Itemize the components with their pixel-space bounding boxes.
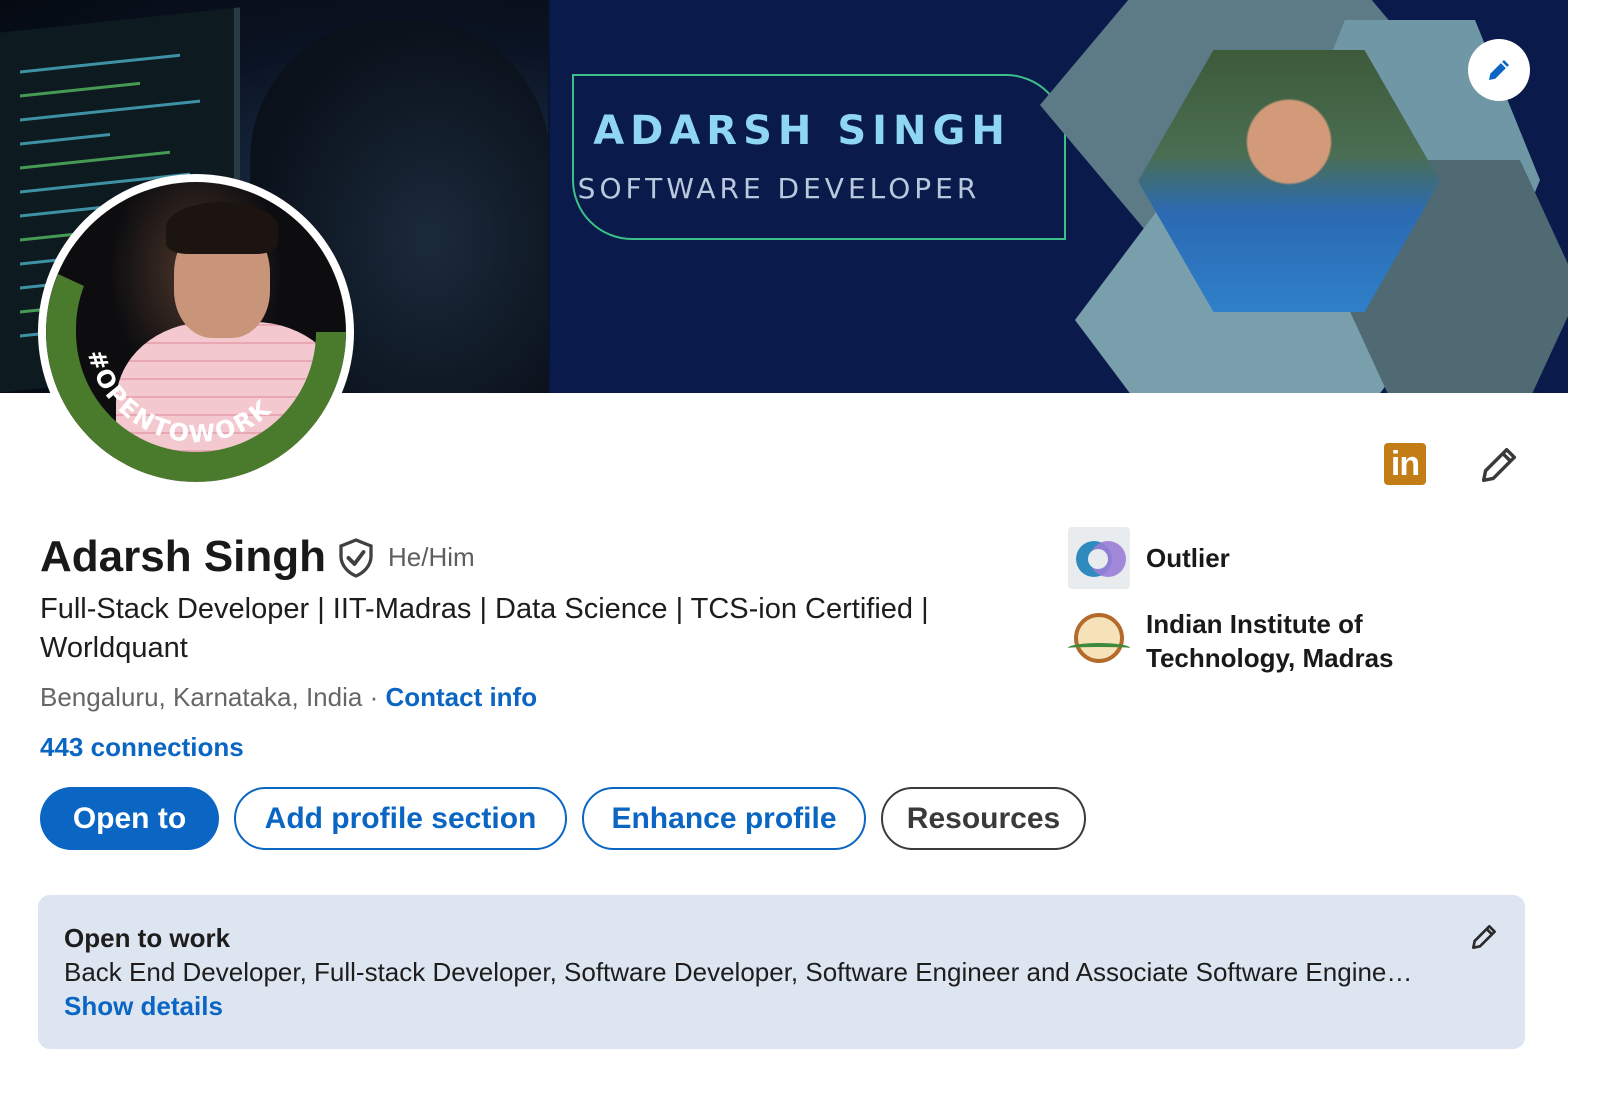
outlier-logo [1068, 527, 1130, 589]
location-row: Bengaluru, Karnataka, India · Contact in… [40, 682, 537, 713]
linkedin-badge-icon[interactable]: in [1384, 443, 1426, 485]
iit-madras-logo [1068, 607, 1130, 669]
profile-card: ADARSH SINGH SOFTWARE DEVELOPER #OPENTOW… [0, 0, 1568, 1092]
separator: · [362, 682, 386, 712]
open-to-button[interactable]: Open to [40, 787, 219, 850]
open-to-work-title: Open to work [64, 923, 231, 953]
show-details-link[interactable]: Show details [64, 991, 223, 1022]
contact-info-link[interactable]: Contact info [385, 682, 537, 712]
enhance-profile-button[interactable]: Enhance profile [582, 787, 866, 850]
banner-name: ADARSH SINGH [593, 108, 1011, 154]
profile-name: Adarsh Singh [40, 532, 327, 581]
pencil-icon [1489, 60, 1509, 80]
school-name: Indian Institute of Technology, Madras [1146, 609, 1394, 673]
current-company[interactable]: Outlier [1068, 527, 1230, 589]
education-school[interactable]: Indian Institute of Technology, Madras [1068, 607, 1416, 675]
open-to-work-frame: #OPENTOWORK [46, 274, 346, 482]
company-name: Outlier [1146, 543, 1230, 573]
banner-role: SOFTWARE DEVELOPER [577, 172, 981, 205]
open-to-work-roles: Back End Developer, Full-stack Developer… [64, 957, 1413, 987]
location-text: Bengaluru, Karnataka, India [40, 682, 363, 712]
pencil-icon[interactable] [1468, 921, 1500, 953]
pronouns: He/Him [388, 542, 475, 572]
edit-intro-button[interactable] [1476, 442, 1522, 488]
add-profile-section-button[interactable]: Add profile section [234, 787, 567, 850]
profile-photo[interactable]: #OPENTOWORK [38, 174, 354, 490]
connections-link[interactable]: 443 connections [40, 732, 244, 763]
shield-check-icon[interactable] [338, 538, 374, 578]
resources-button[interactable]: Resources [881, 787, 1086, 850]
banner-name-frame [572, 74, 1066, 240]
profile-headline: Full-Stack Developer | IIT-Madras | Data… [40, 593, 929, 664]
pencil-icon [1481, 447, 1517, 483]
open-to-work-card: Open to work Back End Developer, Full-st… [38, 895, 1525, 1049]
edit-banner-button[interactable] [1468, 39, 1530, 101]
avatar: #OPENTOWORK [46, 182, 346, 482]
